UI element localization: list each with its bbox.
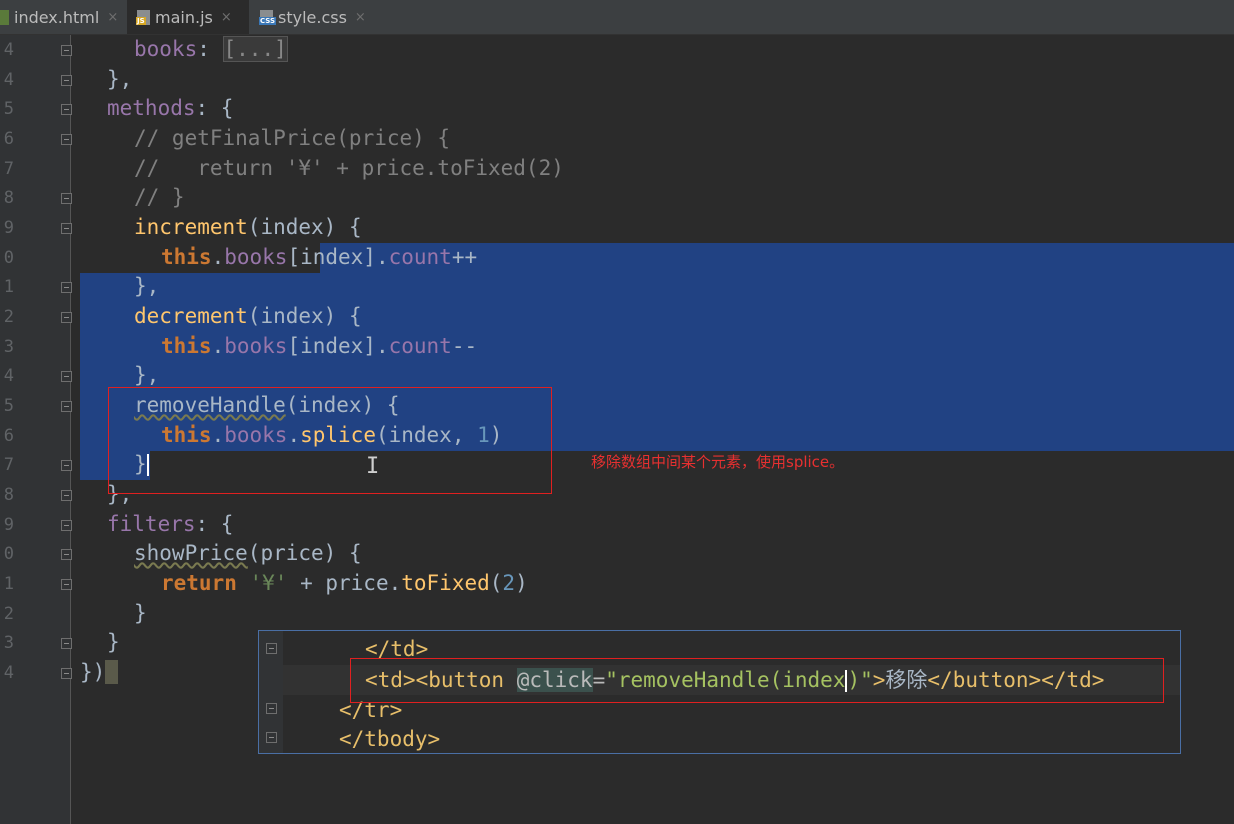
fold-marker-icon[interactable]	[61, 401, 72, 412]
line-number: 4	[3, 663, 14, 683]
fold-marker-icon[interactable]	[61, 75, 72, 86]
fold-marker-icon[interactable]	[61, 282, 72, 293]
line-number: 0	[3, 248, 14, 268]
code-line: this.books[index].count--	[161, 334, 478, 358]
tab-main-js[interactable]: JS main.js ×	[127, 0, 249, 34]
tab-label: main.js	[155, 7, 213, 27]
line-number: 2	[3, 604, 14, 624]
code-line: </tbody>	[339, 727, 441, 751]
code-line: // }	[134, 185, 185, 209]
code-line: return '¥' + price.toFixed(2)	[161, 571, 528, 595]
line-number: 3	[3, 633, 14, 653]
code-line: // getFinalPrice(price) {	[134, 126, 451, 150]
fold-marker-icon[interactable]	[61, 490, 72, 501]
line-number: 8	[3, 485, 14, 505]
fold-marker-icon[interactable]	[266, 703, 277, 714]
bracket-match-highlight	[105, 660, 119, 684]
code-line: }	[107, 630, 120, 654]
fold-marker-icon[interactable]	[61, 104, 72, 115]
js-file-icon: JS	[136, 9, 150, 25]
line-number: 4	[3, 40, 14, 60]
line-number: 7	[3, 159, 14, 179]
tab-style-css[interactable]: CSS style.css ×	[251, 0, 379, 34]
fold-marker-icon[interactable]	[266, 732, 277, 743]
code-line: },	[134, 274, 160, 298]
code-line: }	[134, 601, 147, 625]
fold-marker-icon[interactable]	[61, 520, 72, 531]
code-line: // return '¥' + price.toFixed(2)	[134, 156, 564, 180]
line-number: 0	[3, 544, 14, 564]
css-file-icon: CSS	[259, 9, 277, 25]
line-number: 6	[3, 426, 14, 446]
code-line: books: [...]	[134, 36, 288, 62]
code-line: })	[80, 660, 119, 684]
fold-marker-icon[interactable]	[61, 312, 72, 323]
line-number: 1	[3, 574, 14, 594]
line-number: 9	[3, 218, 14, 238]
fold-marker-icon[interactable]	[61, 223, 72, 234]
code-line: increment(index) {	[134, 215, 362, 239]
line-number: 8	[3, 188, 14, 208]
annotation-text: 移除数组中间某个元素，使用splice。	[591, 453, 845, 471]
fold-marker-icon[interactable]	[61, 45, 72, 56]
editor-tab-bar: index.html × JS main.js × CSS style.css …	[0, 0, 1234, 35]
fold-marker-icon[interactable]	[61, 371, 72, 382]
line-number: 9	[3, 515, 14, 535]
highlight-box	[350, 658, 1164, 703]
code-line: filters: {	[107, 512, 234, 536]
fold-marker-icon[interactable]	[61, 638, 72, 649]
line-number: 2	[3, 307, 14, 327]
highlight-box	[108, 387, 552, 494]
code-line: decrement(index) {	[134, 304, 362, 328]
tab-label: style.css	[278, 7, 347, 27]
line-number: 7	[3, 455, 14, 475]
line-number-gutter: 4 4 5 6 7 8 9 0 1 2 3 4 5 6 7 8 9 0 1 2 …	[0, 35, 72, 824]
fold-marker-icon[interactable]	[61, 549, 72, 560]
line-number: 6	[3, 129, 14, 149]
close-icon[interactable]: ×	[355, 10, 366, 25]
code-line: },	[134, 363, 160, 387]
fold-marker-icon[interactable]	[61, 460, 72, 471]
fold-marker-icon[interactable]	[61, 579, 72, 590]
line-number: 3	[3, 337, 14, 357]
code-line: showPrice(price) {	[134, 541, 362, 565]
html-file-icon	[0, 9, 9, 25]
code-line: this.books[index].count++	[161, 245, 478, 269]
line-number: 4	[3, 366, 14, 386]
code-line: },	[107, 67, 133, 91]
fold-marker-icon[interactable]	[266, 643, 277, 654]
tab-index-html[interactable]: index.html ×	[0, 0, 125, 34]
tab-label: index.html	[14, 7, 100, 27]
fold-marker-icon[interactable]	[61, 134, 72, 145]
close-icon[interactable]: ×	[107, 10, 118, 25]
line-number: 4	[3, 70, 14, 90]
fold-marker-icon[interactable]	[61, 193, 72, 204]
line-number: 5	[3, 396, 14, 416]
code-line: methods: {	[107, 96, 234, 120]
popup-gutter	[259, 631, 283, 753]
line-number: 5	[3, 99, 14, 119]
line-number: 1	[3, 277, 14, 297]
close-icon[interactable]: ×	[221, 10, 232, 25]
fold-marker-icon[interactable]	[61, 668, 72, 679]
